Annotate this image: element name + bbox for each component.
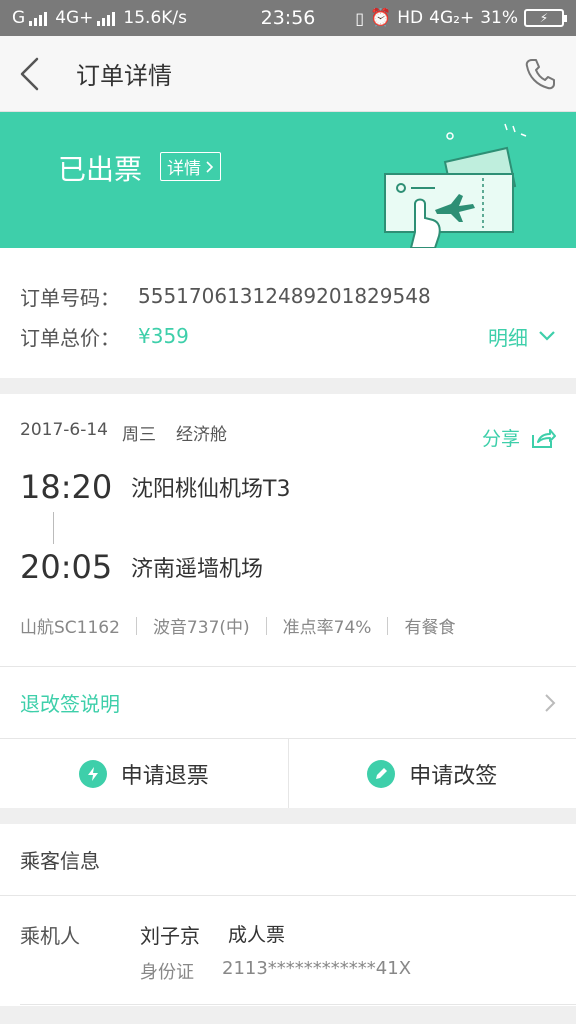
alarm-icon: ⏰ [370,8,392,28]
network-speed: 15.6K/s [123,8,188,28]
flight-weekday: 周三 [121,425,156,445]
departure-time: 18:20 [20,468,113,506]
passenger-row: 乘机人 刘子京 成人票 身份证 2113************41X [0,896,576,1006]
call-button[interactable] [522,56,558,92]
ticket-illustration-icon [384,123,527,248]
action-bar: 申请退票 申请改签 [0,738,576,808]
order-info: 订单号码： 5551706131248920182954​8 订单总价： ¥35… [0,248,576,378]
order-total-label: 订单总价： [20,325,120,350]
route-line [53,512,54,544]
apply-refund-label: 申请退票 [120,763,209,789]
apply-change-button[interactable]: 申请改签 [287,739,576,808]
passenger-label: 乘机人 [20,924,80,948]
id-number: 2113************41X [222,958,412,979]
departure-airport: 沈阳桃仙机场T3 [131,477,291,502]
ticket-type: 成人票 [228,924,286,946]
status-bar: G 4G+ 15.6K/s 23:56 ▯ ⏰ HD 4G₂+ 31% ⚡ [0,0,576,36]
battery-percent: 31% [480,8,518,28]
clock: 23:56 [260,7,316,29]
share-button[interactable]: 分享 [482,424,556,451]
order-total: ¥359 [138,324,189,348]
chevron-left-icon [20,57,39,90]
status-detail-label: 详情 [167,159,201,179]
chevron-down-icon [539,331,555,341]
signal-icon-2 [97,10,116,26]
passenger-section-title: 乘客信息 [0,824,576,896]
section-divider [0,378,576,394]
network-type: 4G₂+ [429,8,475,28]
aircraft-type: 波音737(中) [152,618,250,638]
section-divider [0,808,576,824]
network-label: 4G+ [55,8,94,28]
nav-bar: 订单详情 [0,36,576,112]
share-label: 分享 [481,428,520,450]
apply-refund-button[interactable]: 申请退票 [0,739,288,808]
passenger-name: 刘子京 [140,924,200,948]
arrival-airport: 济南遥墙机场 [131,557,264,582]
flight-extras: 山航SC1162 波音737(中) 准点率74% 有餐食 [20,613,556,638]
on-time-rate: 准点率74% [282,618,372,638]
apply-change-label: 申请改签 [409,763,498,789]
refund-change-policy-link[interactable]: 退改签说明 [0,666,576,738]
arrival-time: 20:05 [20,548,113,586]
ticket-status: 已出票 [58,153,143,186]
edit-icon [367,759,396,788]
flight-number: 山航SC1162 [20,618,120,638]
id-type-label: 身份证 [140,962,194,983]
status-detail-button[interactable]: 详情 [160,152,221,181]
page-title: 订单详情 [76,62,172,90]
back-button[interactable] [18,54,58,94]
refund-change-policy-label: 退改签说明 [20,692,120,716]
share-icon [532,428,556,448]
flight-info: 2017-6-14 周三 经济舱 分享 18:20 沈阳桃仙机场T3 20:05… [0,394,576,666]
order-number: 5551706131248920182954​8 [138,284,431,308]
hd-label: HD [397,8,424,28]
price-breakdown-label: 明细 [488,325,528,350]
ticket-status-banner: 已出票 详情 [0,112,576,248]
meal-info: 有餐食 [404,618,456,638]
carrier-label: G [12,8,26,28]
phone-icon [525,58,555,89]
price-breakdown-button[interactable]: 明细 [488,322,556,351]
refund-icon [78,759,107,788]
vibrate-icon: ▯ [355,8,365,28]
chevron-right-icon [545,693,556,712]
battery-icon: ⚡ [524,9,567,27]
cabin-class: 经济舱 [175,425,227,445]
signal-icon [29,10,48,26]
order-number-label: 订单号码： [20,285,120,310]
flight-date: 2017-6-14 [20,420,108,440]
chevron-right-icon [206,160,214,173]
passenger-section: 乘客信息 乘机人 刘子京 成人票 身份证 2113************41X [0,824,576,1006]
